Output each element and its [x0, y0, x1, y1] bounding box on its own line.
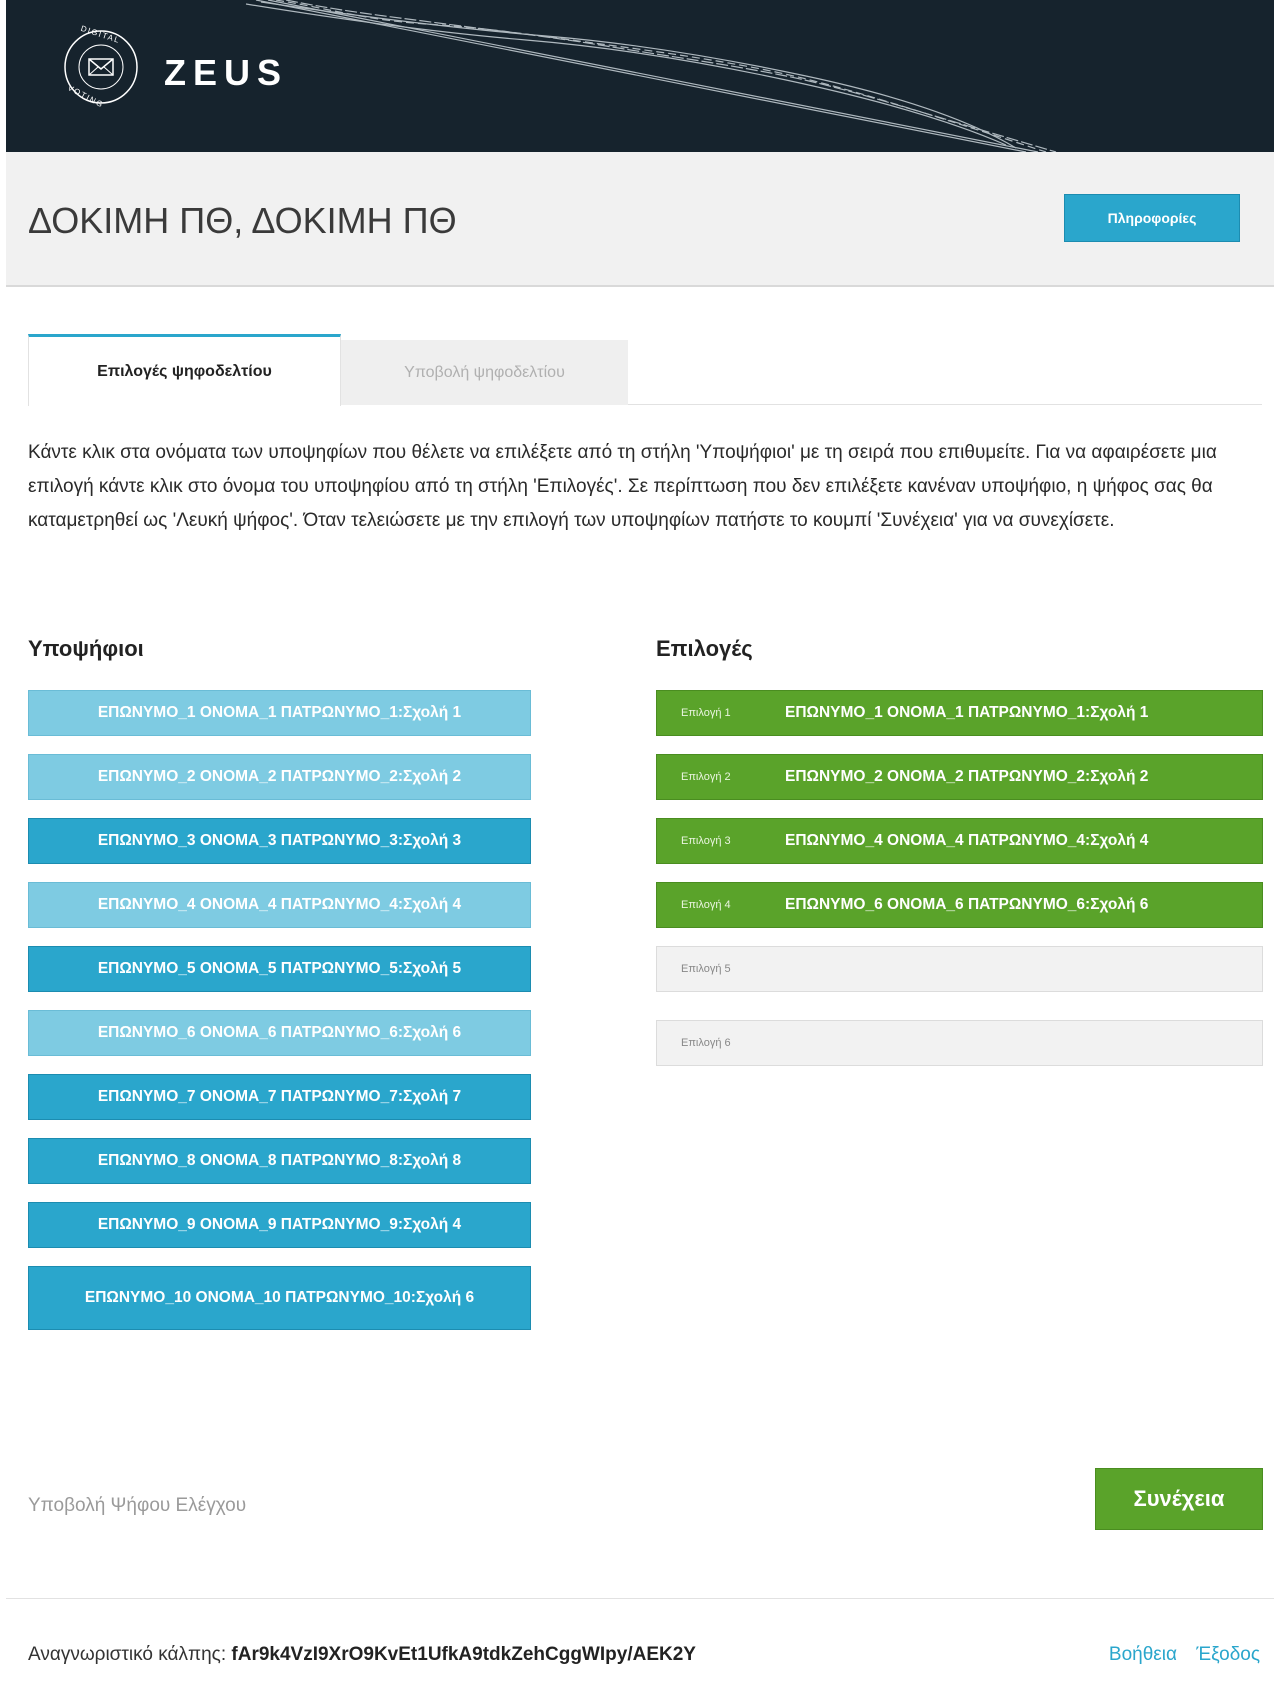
- choice-candidate-name: ΕΠΩΝΥΜΟ_1 ΟΝΟΜΑ_1 ΠΑΤΡΩΝΥΜΟ_1:Σχολή 1: [785, 704, 1149, 721]
- choice-slot[interactable]: Επιλογή 5: [656, 946, 1263, 992]
- choice-slot[interactable]: Επιλογή 1 ΕΠΩΝΥΜΟ_1 ΟΝΟΜΑ_1 ΠΑΤΡΩΝΥΜΟ_1:Σ…: [656, 690, 1263, 736]
- help-link[interactable]: Βοήθεια: [1109, 1644, 1177, 1665]
- choice-slot-number: Επιλογή 6: [681, 1037, 731, 1049]
- choice-slot[interactable]: Επιλογή 4 ΕΠΩΝΥΜΟ_6 ΟΝΟΜΑ_6 ΠΑΤΡΩΝΥΜΟ_6:Σ…: [656, 882, 1263, 928]
- tab-ballot-choices[interactable]: Επιλογές ψηφοδελτίου: [28, 334, 341, 406]
- choices-heading: Επιλογές: [656, 636, 753, 661]
- choice-slot-number: Επιλογή 2: [681, 771, 731, 783]
- choice-slot-number: Επιλογή 5: [681, 963, 731, 975]
- tab-ballot-submit[interactable]: Υποβολή ψηφοδελτίου: [341, 340, 628, 405]
- choice-candidate-name: ΕΠΩΝΥΜΟ_4 ΟΝΟΜΑ_4 ΠΑΤΡΩΝΥΜΟ_4:Σχολή 4: [785, 832, 1149, 849]
- choice-slot-number: Επιλογή 4: [681, 899, 731, 911]
- choice-candidate-name: ΕΠΩΝΥΜΟ_6 ΟΝΟΜΑ_6 ΠΑΤΡΩΝΥΜΟ_6:Σχολή 6: [785, 896, 1149, 913]
- choices-list: Επιλογή 1 ΕΠΩΝΥΜΟ_1 ΟΝΟΜΑ_1 ΠΑΤΡΩΝΥΜΟ_1:Σ…: [656, 690, 1263, 1094]
- footer-links: Βοήθεια Έξοδος: [1095, 1644, 1260, 1666]
- choice-slot-number: Επιλογή 3: [681, 835, 731, 847]
- candidate-button[interactable]: ΕΠΩΝΥΜΟ_1 ΟΝΟΜΑ_1 ΠΑΤΡΩΝΥΜΟ_1:Σχολή 1: [28, 690, 531, 736]
- choice-slot[interactable]: Επιλογή 6: [656, 1020, 1263, 1066]
- candidate-button[interactable]: ΕΠΩΝΥΜΟ_4 ΟΝΟΜΑ_4 ΠΑΤΡΩΝΥΜΟ_4:Σχολή 4: [28, 882, 531, 928]
- candidate-button[interactable]: ΕΠΩΝΥΜΟ_10 ΟΝΟΜΑ_10 ΠΑΤΡΩΝΥΜΟ_10:Σχολή 6: [28, 1266, 531, 1330]
- ballot-tabs: Επιλογές ψηφοδελτίου Υποβολή ψηφοδελτίου: [28, 334, 1262, 406]
- info-button[interactable]: Πληροφορίες: [1064, 194, 1240, 242]
- candidate-button[interactable]: ΕΠΩΝΥΜΟ_5 ΟΝΟΜΑ_5 ΠΑΤΡΩΝΥΜΟ_5:Σχολή 5: [28, 946, 531, 992]
- candidate-button[interactable]: ΕΠΩΝΥΜΟ_2 ΟΝΟΜΑ_2 ΠΑΤΡΩΝΥΜΟ_2:Σχολή 2: [28, 754, 531, 800]
- voter-id-label: Αναγνωριστικό κάλπης:: [28, 1644, 227, 1665]
- page-title: ΔΟΚΙΜΗ ΠΘ, ΔΟΚΙΜΗ ΠΘ: [28, 200, 457, 241]
- site-header: DIGITAL VOTING ZEUS: [6, 0, 1274, 152]
- continue-button[interactable]: Συνέχεια: [1095, 1468, 1263, 1530]
- election-title-bar: ΔΟΚΙΜΗ ΠΘ, ΔΟΚΙΜΗ ΠΘ Πληροφορίες: [6, 152, 1274, 287]
- audit-vote-link[interactable]: Υποβολή Ψήφου Ελέγχου: [28, 1495, 246, 1517]
- candidate-button[interactable]: ΕΠΩΝΥΜΟ_8 ΟΝΟΜΑ_8 ΠΑΤΡΩΝΥΜΟ_8:Σχολή 8: [28, 1138, 531, 1184]
- zeus-logo-text[interactable]: ZEUS: [164, 52, 288, 94]
- candidates-list: ΕΠΩΝΥΜΟ_1 ΟΝΟΜΑ_1 ΠΑΤΡΩΝΥΜΟ_1:Σχολή 1 ΕΠΩ…: [28, 690, 531, 1348]
- candidate-button[interactable]: ΕΠΩΝΥΜΟ_3 ΟΝΟΜΑ_3 ΠΑΤΡΩΝΥΜΟ_3:Σχολή 3: [28, 818, 531, 864]
- voter-id: Αναγνωριστικό κάλπης: fAr9k4VzI9XrO9KvEt…: [28, 1644, 696, 1666]
- instructions-text: Κάντε κλικ στα ονόματα των υποψηφίων που…: [28, 442, 1217, 531]
- candidate-button[interactable]: ΕΠΩΝΥΜΟ_7 ΟΝΟΜΑ_7 ΠΑΤΡΩΝΥΜΟ_7:Σχολή 7: [28, 1074, 531, 1120]
- page: DIGITAL VOTING ZEUS ΔΟΚΙΜΗ ΠΘ, ΔΟΚΙΜΗ ΠΘ…: [6, 0, 1274, 1682]
- footer: Αναγνωριστικό κάλπης: fAr9k4VzI9XrO9KvEt…: [6, 1598, 1274, 1682]
- choice-slot-number: Επιλογή 1: [681, 707, 731, 719]
- choice-slot[interactable]: Επιλογή 2 ΕΠΩΝΥΜΟ_2 ΟΝΟΜΑ_2 ΠΑΤΡΩΝΥΜΟ_2:Σ…: [656, 754, 1263, 800]
- candidate-button[interactable]: ΕΠΩΝΥΜΟ_9 ΟΝΟΜΑ_9 ΠΑΤΡΩΝΥΜΟ_9:Σχολή 4: [28, 1202, 531, 1248]
- logout-link[interactable]: Έξοδος: [1196, 1644, 1260, 1665]
- choice-candidate-name: ΕΠΩΝΥΜΟ_2 ΟΝΟΜΑ_2 ΠΑΤΡΩΝΥΜΟ_2:Σχολή 2: [785, 768, 1149, 785]
- voter-id-value: fAr9k4VzI9XrO9KvEt1UfkA9tdkZehCggWIpy/AE…: [231, 1644, 696, 1665]
- choice-slot[interactable]: Επιλογή 3 ΕΠΩΝΥΜΟ_4 ΟΝΟΜΑ_4 ΠΑΤΡΩΝΥΜΟ_4:Σ…: [656, 818, 1263, 864]
- candidate-button[interactable]: ΕΠΩΝΥΜΟ_6 ΟΝΟΜΑ_6 ΠΑΤΡΩΝΥΜΟ_6:Σχολή 6: [28, 1010, 531, 1056]
- candidates-heading: Υποψήφιοι: [28, 636, 144, 661]
